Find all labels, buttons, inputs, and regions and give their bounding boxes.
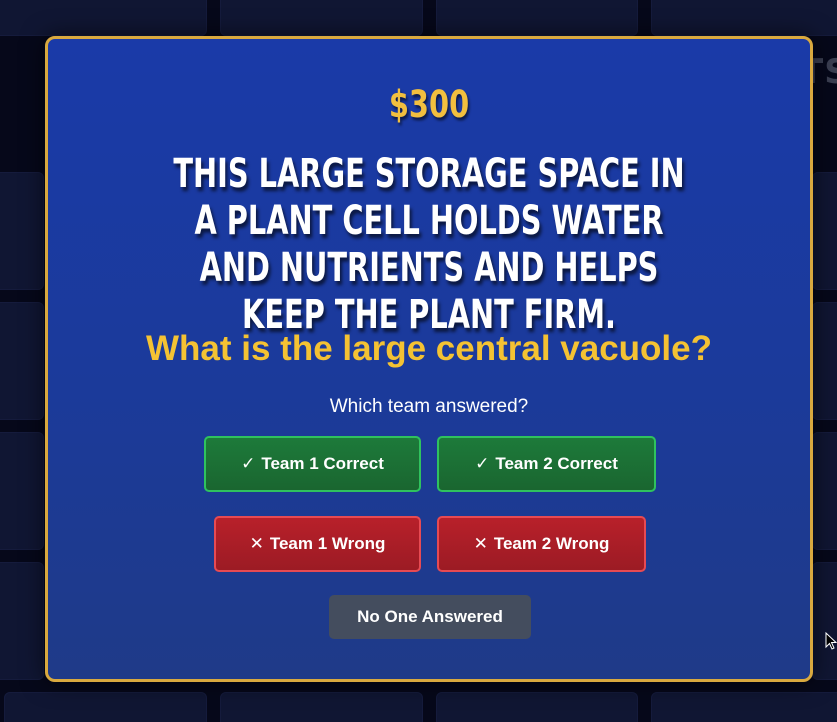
board-tile[interactable]: [220, 692, 423, 722]
board-tile[interactable]: [0, 172, 44, 290]
board-tile[interactable]: [812, 172, 837, 290]
board-tile[interactable]: [436, 0, 638, 36]
team-prompt: Which team answered?: [329, 396, 529, 417]
board-tile[interactable]: [812, 562, 837, 680]
board-tile[interactable]: [436, 692, 638, 722]
board-tile[interactable]: [0, 562, 44, 680]
team2-wrong-button[interactable]: ✕ Team 2 Wrong: [437, 516, 646, 572]
team2-correct-button[interactable]: ✓ Team 2 Correct: [437, 436, 656, 492]
team2-correct-label: Team 2 Correct: [495, 454, 618, 473]
team2-wrong-label: Team 2 Wrong: [493, 534, 610, 553]
x-icon: ✕: [249, 534, 264, 554]
team1-wrong-label: Team 1 Wrong: [269, 534, 386, 553]
team1-correct-label: Team 1 Correct: [261, 454, 384, 473]
no-one-answered-button[interactable]: No One Answered: [329, 595, 531, 639]
clue-modal: $300 This large storage space in a plant…: [45, 36, 813, 682]
board-tile[interactable]: [0, 302, 44, 420]
check-icon: ✓: [475, 454, 490, 474]
team1-wrong-button[interactable]: ✕ Team 1 Wrong: [214, 516, 421, 572]
board-tile[interactable]: [651, 692, 837, 722]
x-icon: ✕: [473, 534, 488, 554]
team1-correct-button[interactable]: ✓ Team 1 Correct: [204, 436, 421, 492]
board-tile[interactable]: [812, 432, 837, 550]
clue-text: This large storage space in a plant cell…: [173, 151, 685, 338]
board-tile[interactable]: [4, 692, 207, 722]
board-tile[interactable]: [220, 0, 423, 36]
check-icon: ✓: [241, 454, 256, 474]
board-tile[interactable]: [651, 0, 837, 36]
board-tile[interactable]: [812, 302, 837, 420]
mouse-pointer-icon: [825, 632, 837, 650]
clue-value: $300: [388, 83, 470, 126]
board-tile[interactable]: [0, 432, 44, 550]
no-one-answered-label: No One Answered: [357, 607, 503, 626]
board-tile[interactable]: [0, 0, 207, 36]
answer-text: What is the large central vacuole?: [146, 329, 712, 368]
